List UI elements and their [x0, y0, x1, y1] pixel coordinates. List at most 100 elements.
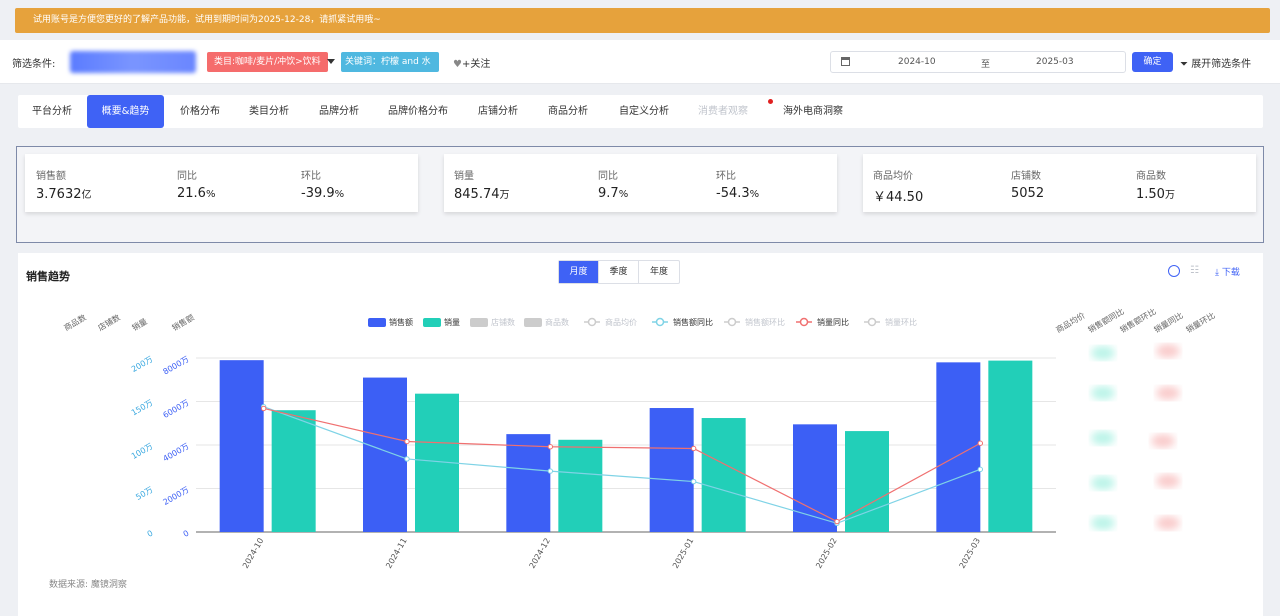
sales-yoy-point — [404, 456, 410, 462]
blurred-axis-label — [1091, 346, 1115, 360]
y-tick-label-volume: 100万 — [130, 442, 155, 461]
bar-volume — [701, 418, 746, 532]
legend-label: 销量环比 — [885, 317, 917, 327]
date-from[interactable]: 2024-10 — [898, 57, 936, 67]
kpi-label: 销售额 — [36, 171, 66, 182]
legend-label: 销售额环比 — [745, 317, 785, 327]
bar-sales — [363, 377, 407, 532]
blurred-selection[interactable] — [70, 51, 196, 73]
volume-yoy-point — [977, 440, 984, 446]
keyword-tag[interactable]: 关键词：柠檬 and 水 — [341, 52, 439, 72]
kpi-card-volume: 销量 845.74万 同比 9.7% 环比 -54.3% — [444, 154, 837, 212]
volume-yoy-point — [690, 445, 697, 452]
blurred-axis-label — [1091, 386, 1115, 400]
kpi-card-product: 商品均价 ￥44.50 店铺数 5052 商品数 1.50万 — [863, 154, 1256, 212]
left-axis-title: 商品数 — [62, 312, 88, 333]
blurred-axis-label — [1151, 434, 1175, 448]
y-tick-label-sales: 2000万 — [161, 485, 190, 507]
bar-volume — [271, 410, 316, 532]
legend-swatch — [470, 318, 488, 327]
tab-overview[interactable]: 概要&趋势 — [87, 95, 164, 128]
x-tick-label: 2025-01 — [671, 537, 696, 570]
legend-swatch — [655, 317, 665, 327]
left-axis-title: 店铺数 — [96, 312, 122, 333]
kpi-volume: 销量 845.74万 — [454, 167, 510, 202]
y-tick-label-sales: 4000万 — [161, 442, 190, 464]
x-tick-label: 2024-11 — [384, 537, 409, 570]
kpi-sales-yoy: 同比 21.6% — [177, 167, 215, 201]
expand-filters-button[interactable]: ⏷ 展开筛选条件 — [1180, 55, 1251, 70]
legend-swatch — [587, 317, 597, 327]
left-axis-title: 销量 — [130, 316, 149, 333]
tab-brand[interactable]: 品牌分析 — [307, 95, 371, 128]
tab-consumer[interactable]: 消费者观察 — [688, 95, 758, 128]
date-to[interactable]: 2025-03 — [1036, 57, 1074, 67]
filter-label: 筛选条件: — [12, 59, 56, 70]
blurred-axis-label — [1156, 344, 1180, 358]
tab-category[interactable]: 类目分析 — [237, 95, 301, 128]
y-tick-label-sales: 0 — [182, 529, 191, 539]
kpi-value: -54.3% — [716, 186, 760, 201]
kpi-label: 同比 — [598, 171, 618, 182]
legend-label: 销量 — [444, 317, 460, 327]
tab-shop[interactable]: 店铺分析 — [466, 95, 530, 128]
tab-bar: 平台分析 概要&趋势 价格分布 类目分析 品牌分析 品牌价格分布 店铺分析 商品… — [18, 95, 1263, 128]
legend-label: 销售额同比 — [673, 317, 713, 327]
chevron-down-icon[interactable] — [327, 59, 335, 64]
kpi-value: 845.74万 — [454, 187, 510, 202]
date-range-picker[interactable]: 2024-10 至 2025-03 — [830, 51, 1126, 73]
follow-label: +关注 — [461, 59, 491, 70]
kpi-sales-mom: 环比 -39.9% — [301, 167, 344, 201]
legend-label: 销售额 — [389, 317, 413, 327]
right-axis-title: 销量环比 — [1184, 310, 1217, 335]
volume-yoy-point — [404, 438, 410, 445]
category-tag[interactable]: 类目:咖啡/麦片/冲饮>饮料 — [207, 52, 328, 72]
sales-yoy-point — [547, 468, 554, 474]
confirm-button[interactable]: 确定 — [1132, 52, 1173, 72]
bar-sales — [649, 408, 694, 532]
legend-swatch — [727, 317, 737, 327]
x-tick-label: 2025-03 — [958, 537, 983, 570]
sales-trend-panel: 销售趋势 月度 季度 年度 ☷ ⤓ 下载 0 2000万 4000万 6000万 800… — [18, 253, 1263, 616]
tab-product[interactable]: 商品分析 — [536, 95, 600, 128]
expand-filters-label: 展开筛选条件 — [1191, 59, 1252, 70]
tab-price[interactable]: 价格分布 — [168, 95, 232, 128]
kpi-label: 环比 — [301, 171, 321, 182]
bar-volume — [558, 439, 603, 532]
kpi-label: 同比 — [177, 171, 197, 182]
kpi-label: 环比 — [716, 171, 736, 182]
volume-yoy-point — [260, 405, 267, 412]
kpi-label: 店铺数 — [1011, 171, 1041, 182]
kpi-value: 9.7% — [598, 186, 629, 201]
tab-platform[interactable]: 平台分析 — [20, 95, 84, 128]
x-tick-label: 2024-12 — [528, 537, 553, 570]
legend-label: 商品均价 — [605, 317, 637, 327]
tab-overseas[interactable]: 海外电商洞察 — [770, 95, 856, 128]
bar-sales — [793, 424, 837, 532]
blurred-axis-label — [1156, 516, 1180, 530]
sales-yoy-point — [690, 478, 697, 485]
legend-label: 销量同比 — [817, 317, 849, 327]
legend-label: 商品数 — [545, 317, 569, 327]
kpi-value: -39.9% — [301, 186, 345, 201]
kpi-value: 1.50万 — [1136, 187, 1175, 202]
tab-brand-price[interactable]: 品牌价格分布 — [378, 95, 458, 128]
bar-sales — [219, 360, 264, 532]
kpi-shop-count: 店铺数 5052 — [1011, 167, 1044, 201]
kpi-label: 销量 — [454, 171, 474, 182]
legend-swatch — [799, 317, 809, 327]
legend-swatch — [368, 318, 386, 327]
calendar-icon — [841, 57, 850, 66]
data-source: 数据来源: 魔镜洞察 — [49, 580, 127, 590]
bar-volume — [988, 360, 1033, 532]
y-tick-label-sales: 8000万 — [161, 355, 190, 377]
y-tick-label-volume: 200万 — [130, 355, 155, 374]
kpi-volume-yoy: 同比 9.7% — [598, 167, 628, 201]
legend-swatch — [423, 318, 441, 327]
volume-yoy-point — [547, 444, 554, 450]
tab-custom[interactable]: 自定义分析 — [608, 95, 680, 128]
left-axis-title: 销售额 — [170, 312, 196, 333]
kpi-volume-mom: 环比 -54.3% — [716, 167, 759, 201]
follow-button[interactable]: ♥+关注 — [453, 55, 490, 70]
sales-trend-chart: 0 2000万 4000万 6000万 8000万 0 50万 100万 150万 200万 商品数… — [62, 306, 1217, 570]
